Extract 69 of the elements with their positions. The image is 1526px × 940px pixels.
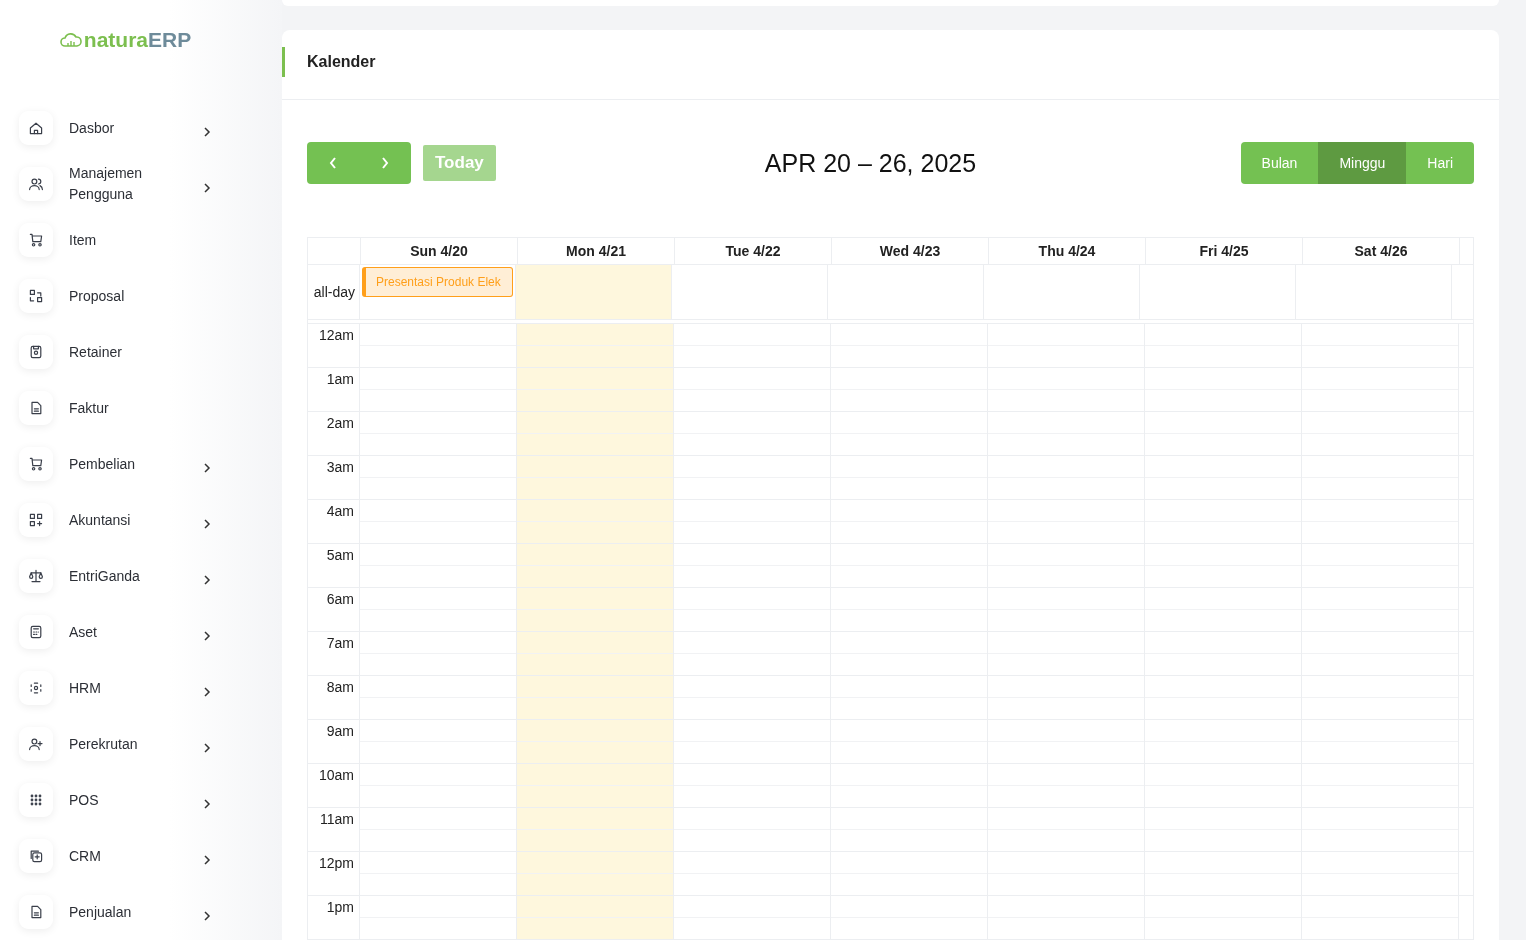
day-header: Sat 4/26 xyxy=(1303,238,1460,264)
time-label: 1pm xyxy=(326,899,354,915)
chevron-right-icon xyxy=(203,182,211,194)
all-day-label: all-day xyxy=(313,284,355,300)
chevron-right-icon xyxy=(203,126,211,138)
chevron-left-icon xyxy=(328,156,338,170)
dots-grid-icon xyxy=(28,792,44,808)
day-header: Mon 4/21 xyxy=(518,238,675,264)
day-header: Sun 4/20 xyxy=(361,238,518,264)
chevron-right-icon xyxy=(203,462,211,474)
time-label: 9am xyxy=(326,723,354,739)
sidebar-item[interactable]: CRM xyxy=(0,828,229,884)
sidebar-item[interactable]: Akuntansi xyxy=(0,492,229,548)
time-label: 12am xyxy=(318,327,354,343)
copy-icon xyxy=(28,848,44,864)
day-header: Fri 4/25 xyxy=(1146,238,1303,264)
sidebar-item[interactable]: EntriGanda xyxy=(0,548,229,604)
sidebar-item[interactable]: Faktur xyxy=(0,380,229,436)
scale-icon xyxy=(28,568,44,584)
time-label: 6am xyxy=(326,591,354,607)
cloud-icon xyxy=(58,32,83,48)
sidebar-item[interactable]: POS xyxy=(0,772,229,828)
time-label: 10am xyxy=(318,767,354,783)
chevron-right-icon xyxy=(203,798,211,810)
users-icon xyxy=(28,176,44,192)
chevron-right-icon xyxy=(203,910,211,922)
user-add-icon xyxy=(28,736,44,752)
time-label: 1am xyxy=(326,371,354,387)
calculator-icon xyxy=(28,624,44,640)
logo: naturaERP xyxy=(0,28,282,52)
chevron-right-icon xyxy=(203,574,211,586)
sidebar-item[interactable]: Proposal xyxy=(0,268,229,324)
time-label: 5am xyxy=(326,547,354,563)
home-icon xyxy=(28,120,44,136)
time-label: 8am xyxy=(326,679,354,695)
save-icon xyxy=(28,344,44,360)
cart-icon xyxy=(28,232,44,248)
swap-icon xyxy=(28,288,44,304)
time-label: 7am xyxy=(326,635,354,651)
cart-icon xyxy=(28,456,44,472)
sidebar-item[interactable]: Item xyxy=(0,212,229,268)
chevron-right-icon xyxy=(203,630,211,642)
sidebar-item[interactable]: Dasbor xyxy=(0,100,229,156)
sidebar-item[interactable]: Manajemen Pengguna xyxy=(0,156,229,212)
time-label: 11am xyxy=(320,811,354,827)
chevron-right-icon xyxy=(203,518,211,530)
document-icon xyxy=(28,400,44,416)
sidebar-item[interactable]: HRM xyxy=(0,660,229,716)
time-label: 3am xyxy=(326,459,354,475)
document-icon xyxy=(28,904,44,920)
day-header: Thu 4/24 xyxy=(989,238,1146,264)
sidebar-item[interactable]: Penjualan xyxy=(0,884,229,940)
time-label: 2am xyxy=(326,415,354,431)
sidebar-item[interactable]: Pembelian xyxy=(0,436,229,492)
page-title: Kalender xyxy=(282,46,376,77)
day-header: Tue 4/22 xyxy=(675,238,832,264)
grid-icon xyxy=(28,512,44,528)
time-label: 4am xyxy=(326,503,354,519)
chevron-right-icon xyxy=(203,686,211,698)
sidebar-item[interactable]: Aset xyxy=(0,604,229,660)
sidebar-item[interactable]: Perekrutan xyxy=(0,716,229,772)
chevron-right-icon xyxy=(203,742,211,754)
date-range-title: APR 20 – 26, 2025 xyxy=(764,148,977,178)
sidebar-item[interactable]: Retainer xyxy=(0,324,229,380)
chevron-right-icon xyxy=(380,156,390,170)
chevron-right-icon xyxy=(203,854,211,866)
day-header: Wed 4/23 xyxy=(832,238,989,264)
focus-icon xyxy=(28,680,44,696)
time-label: 12pm xyxy=(318,855,354,871)
